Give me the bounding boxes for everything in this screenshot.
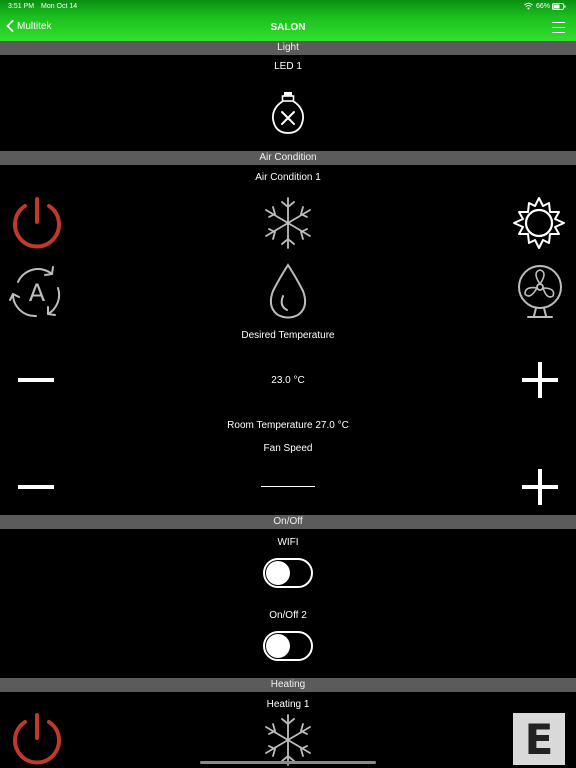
power-icon[interactable] (10, 196, 64, 250)
wifi-icon (524, 2, 533, 12)
svg-text:A: A (29, 279, 46, 307)
room-temperature-label: Room Temperature 27.0 °C (227, 420, 349, 431)
fan-speed-label: Fan Speed (263, 443, 313, 454)
fan-minus-icon[interactable] (18, 479, 54, 495)
status-time: 3:51 PM (8, 3, 35, 10)
light-device-label: LED 1 (274, 61, 302, 72)
fan-speed-value-line (261, 486, 315, 487)
nav-bar: 3:51 PM Mon Oct 14 66% Multitek SALON (0, 0, 576, 41)
bulb-off-icon[interactable] (268, 88, 308, 136)
brand-logo: E (513, 713, 565, 765)
heating-snowflake-icon[interactable] (262, 712, 314, 768)
fan-icon[interactable] (516, 264, 564, 320)
status-date: Mon Oct 14 (41, 3, 78, 10)
wifi-toggle[interactable] (263, 558, 313, 588)
snowflake-icon[interactable] (262, 196, 314, 250)
heating-device-label: Heating 1 (266, 699, 310, 710)
plus-icon[interactable] (522, 362, 558, 398)
desired-temperature-label: Desired Temperature (241, 330, 335, 341)
battery-percent: 66% (536, 3, 551, 10)
onoff2-toggle[interactable] (263, 631, 313, 661)
heating-power-icon[interactable] (10, 712, 64, 766)
battery-icon (552, 3, 566, 12)
onoff2-switch-label: On/Off 2 (269, 610, 307, 621)
drop-icon[interactable] (267, 262, 309, 320)
page-title: SALON (270, 22, 306, 33)
ac-device-label: Air Condition 1 (255, 172, 321, 183)
auto-mode-icon[interactable]: A (8, 264, 66, 320)
menu-icon[interactable] (552, 22, 565, 33)
section-light: Light (0, 41, 576, 55)
fan-plus-icon[interactable] (522, 469, 558, 505)
toggle-knob (266, 634, 290, 658)
home-indicator[interactable] (200, 761, 376, 764)
section-air-condition: Air Condition (0, 151, 576, 165)
desired-temperature-value: 23.0 °C (271, 375, 305, 386)
wifi-switch-label: WIFI (277, 537, 299, 548)
sun-icon[interactable] (511, 195, 567, 251)
section-heating: Heating (0, 678, 576, 692)
section-onoff: On/Off (0, 515, 576, 529)
toggle-knob (266, 561, 290, 585)
